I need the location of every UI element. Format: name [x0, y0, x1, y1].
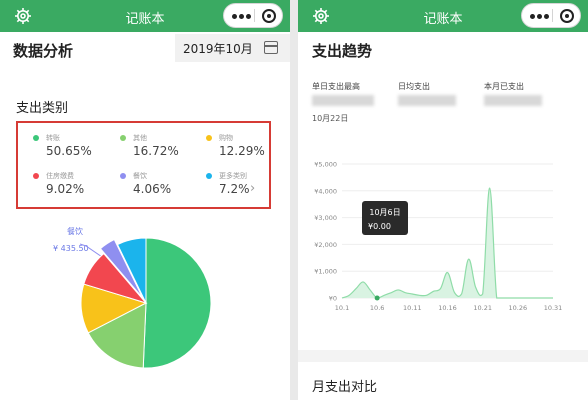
expense-trend-title: 支出趋势 — [312, 42, 373, 60]
category-name: 住房缴费 — [46, 172, 74, 180]
mini-program-capsule — [223, 3, 283, 28]
data-tooltip: 10月6日 ¥0.00 — [362, 201, 408, 235]
category-percent: 7.2% — [219, 182, 250, 196]
close-icon[interactable] — [262, 9, 276, 23]
stat-value-month-total-redacted — [484, 95, 542, 106]
expense-trend-chart[interactable]: ¥0 ¥1,000 ¥2,000 ¥3,000 ¥4,000 ¥5,000 10.1 10.… — [298, 150, 588, 325]
expense-category-title: 支出类别 — [16, 101, 69, 116]
category-name: 更多类别 — [219, 172, 247, 180]
category-name: 其他 — [133, 134, 147, 142]
y-tick-label: ¥0 — [329, 295, 337, 303]
stat-value-daily-average-redacted — [398, 95, 456, 106]
y-tick-label: ¥4,000 — [314, 187, 337, 195]
x-tick-label: 10.1 — [335, 304, 349, 312]
category-percent: 4.06% — [133, 182, 172, 196]
tooltip-date: 10月6日 — [369, 208, 401, 217]
close-icon[interactable] — [560, 9, 574, 23]
tooltip-value: ¥0.00 — [368, 222, 391, 231]
chevron-right-icon[interactable]: › — [250, 181, 255, 196]
category-name: 转账 — [46, 134, 60, 142]
more-icon[interactable] — [232, 14, 252, 19]
section-divider — [298, 350, 588, 362]
monthly-comparison-title: 月支出对比 — [312, 380, 378, 395]
mini-program-capsule — [521, 3, 581, 28]
category-dot — [120, 173, 126, 179]
category-name: 购物 — [219, 134, 233, 142]
x-tick-label: 10.31 — [544, 304, 563, 312]
stat-value-max-day-redacted — [312, 95, 374, 106]
month-label: 2019年10月 — [183, 42, 253, 56]
category-percent: 9.02% — [46, 182, 85, 196]
capsule-divider — [552, 9, 553, 22]
nav-bar: 记账本 — [0, 0, 290, 32]
category-name: 餐饮 — [133, 172, 147, 180]
category-dot — [206, 135, 212, 141]
y-tick-label: ¥5,000 — [314, 161, 337, 169]
expense-pie-chart[interactable] — [0, 228, 290, 388]
y-tick-label: ¥3,000 — [314, 214, 337, 222]
x-tick-label: 10.26 — [509, 304, 528, 312]
more-icon[interactable] — [530, 14, 550, 19]
category-percent: 50.65% — [46, 144, 92, 158]
x-tick-label: 10.16 — [438, 304, 457, 312]
page-title: 数据分析 — [13, 42, 74, 60]
capsule-divider — [254, 9, 255, 22]
stat-label-daily-average: 日均支出 — [398, 82, 430, 91]
category-dot — [206, 173, 212, 179]
trend-panel: 记账本 支出趋势 单日支出最高 日均支出 本月已支出 10月22日 ¥0 ¥1,0… — [298, 0, 588, 400]
y-tick-label: ¥1,000 — [314, 268, 337, 276]
highlighted-data-point — [374, 295, 380, 301]
calendar-icon[interactable] — [264, 41, 278, 54]
x-tick-label: 10.21 — [473, 304, 492, 312]
category-dot — [33, 173, 39, 179]
y-tick-label: ¥2,000 — [314, 241, 337, 249]
category-percent: 16.72% — [133, 144, 179, 158]
x-tick-label: 10.6 — [370, 304, 384, 312]
stat-label-month-total: 本月已支出 — [484, 82, 524, 91]
month-picker[interactable]: 2019年10月 — [175, 34, 290, 62]
pie-slice-1[interactable] — [142, 237, 212, 369]
category-percent: 12.29% — [219, 144, 265, 158]
max-day-date: 10月22日 — [312, 114, 349, 123]
category-legend: 转账 50.65% 其他 16.72% 购物 12.29% 住房缴费 9.02%… — [16, 121, 271, 209]
stat-label-max-day: 单日支出最高 — [312, 82, 360, 91]
analysis-panel: 记账本 数据分析 2019年10月 支出类别 转账 50.65% 其他 16.7… — [0, 0, 290, 400]
nav-bar: 记账本 — [298, 0, 588, 32]
category-dot — [33, 135, 39, 141]
x-tick-label: 10.11 — [403, 304, 422, 312]
category-dot — [120, 135, 126, 141]
